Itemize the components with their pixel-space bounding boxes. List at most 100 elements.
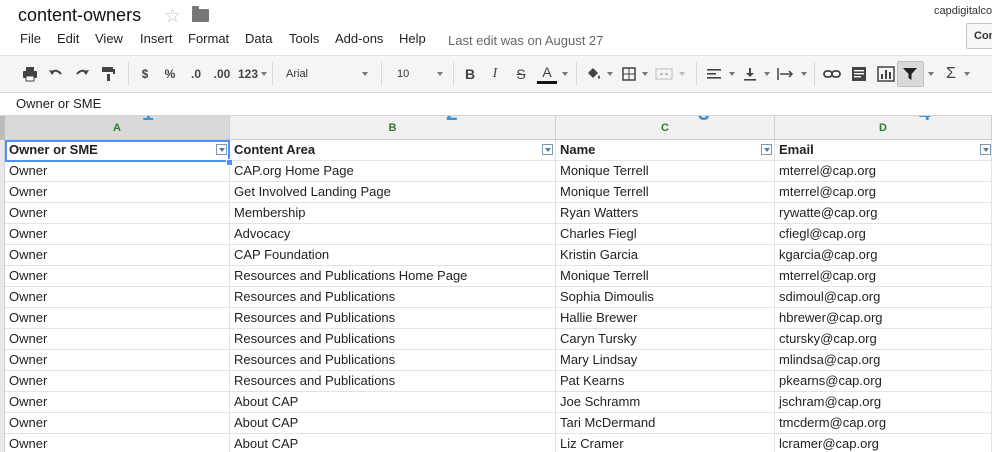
cell-name[interactable]: Liz Cramer [556,434,775,452]
folder-icon[interactable] [192,6,209,22]
cell-owner[interactable]: Owner [5,413,230,433]
functions-icon[interactable]: Σ [942,64,960,84]
cell-owner[interactable]: Owner [5,203,230,223]
cell-owner[interactable]: Owner [5,266,230,286]
cell-owner[interactable]: Owner [5,287,230,307]
cell-email[interactable]: kgarcia@cap.org [775,245,992,265]
column-header-b[interactable]: B 2 [230,116,556,140]
cell-content-area[interactable]: CAP Foundation [230,245,556,265]
cell-name[interactable]: Mary Lindsay [556,350,775,370]
fill-color-icon[interactable] [584,64,604,84]
cell-name[interactable]: Monique Terrell [556,161,775,181]
star-icon[interactable]: ☆ [164,5,181,28]
cell-content-area[interactable]: Resources and Publications [230,308,556,328]
more-formats-button[interactable]: 123 [236,64,260,84]
font-size-dropdown[interactable]: 10 [397,64,427,84]
italic-button[interactable]: I [486,64,504,84]
cell-name[interactable]: Hallie Brewer [556,308,775,328]
menu-insert[interactable]: Insert [140,31,173,46]
menu-file[interactable]: File [20,31,41,46]
cell-email[interactable]: rywatte@cap.org [775,203,992,223]
cell-name[interactable]: Caryn Tursky [556,329,775,349]
header-cell-email[interactable]: Email [775,140,992,160]
print-icon[interactable] [20,64,40,84]
currency-format-button[interactable]: $ [136,64,154,84]
cell-content-area[interactable]: CAP.org Home Page [230,161,556,181]
header-cell-owner[interactable]: Owner or SME [5,140,230,160]
cell-name[interactable]: Pat Kearns [556,371,775,391]
menu-edit[interactable]: Edit [57,31,79,46]
cell-email[interactable]: mterrel@cap.org [775,161,992,181]
cell-owner[interactable]: Owner [5,308,230,328]
cell-content-area[interactable]: About CAP [230,434,556,452]
column-filter-button[interactable] [761,144,772,155]
cell-owner[interactable]: Owner [5,350,230,370]
menu-addons[interactable]: Add-ons [335,31,383,46]
align-left-icon[interactable] [704,64,724,84]
strikethrough-button[interactable]: S [512,64,530,84]
paint-format-icon[interactable] [98,64,118,84]
chart-icon[interactable] [876,64,896,84]
wrap-icon[interactable] [776,64,796,84]
cell-email[interactable]: tmcderm@cap.org [775,413,992,433]
cell-content-area[interactable]: Get Involved Landing Page [230,182,556,202]
comment-icon[interactable] [850,64,868,84]
bold-button[interactable]: B [461,64,479,84]
cell-name[interactable]: Charles Fiegl [556,224,775,244]
cell-name[interactable]: Monique Terrell [556,182,775,202]
cell-owner[interactable]: Owner [5,161,230,181]
column-header-a[interactable]: A 1 [5,116,230,140]
decrease-decimal-button[interactable]: .0 [186,64,206,84]
merge-icon[interactable] [654,64,674,84]
formula-value[interactable]: Owner or SME [16,96,101,111]
font-family-dropdown[interactable]: Arial [286,64,356,84]
menu-tools[interactable]: Tools [289,31,319,46]
valign-bottom-icon[interactable] [741,64,759,84]
cell-name[interactable]: Ryan Watters [556,203,775,223]
comments-button[interactable]: Comments [966,23,992,49]
cell-owner[interactable]: Owner [5,329,230,349]
header-cell-content-area[interactable]: Content Area [230,140,556,160]
cell-email[interactable]: sdimoul@cap.org [775,287,992,307]
cell-name[interactable]: Joe Schramm [556,392,775,412]
column-header-d[interactable]: D 4 [775,116,992,140]
column-filter-button[interactable] [216,144,227,155]
cell-content-area[interactable]: About CAP [230,392,556,412]
cell-owner[interactable]: Owner [5,182,230,202]
increase-decimal-button[interactable]: .00 [210,64,234,84]
cell-email[interactable]: cfiegl@cap.org [775,224,992,244]
cell-name[interactable]: Sophia Dimoulis [556,287,775,307]
cell-owner[interactable]: Owner [5,371,230,391]
column-header-c[interactable]: C 3 [556,116,775,140]
cell-email[interactable]: jschram@cap.org [775,392,992,412]
cell-content-area[interactable]: Resources and Publications [230,329,556,349]
borders-icon[interactable] [620,64,638,84]
cell-email[interactable]: mlindsa@cap.org [775,350,992,370]
cell-email[interactable]: mterrel@cap.org [775,182,992,202]
document-title[interactable]: content-owners [18,5,141,26]
column-filter-button[interactable] [980,144,991,155]
text-color-button[interactable]: A [537,64,557,84]
cell-email[interactable]: hbrewer@cap.org [775,308,992,328]
cell-content-area[interactable]: About CAP [230,413,556,433]
cell-content-area[interactable]: Membership [230,203,556,223]
formula-bar[interactable]: Owner or SME [0,94,992,116]
cell-email[interactable]: pkearns@cap.org [775,371,992,391]
cell-name[interactable]: Kristin Garcia [556,245,775,265]
cell-name[interactable]: Tari McDermand [556,413,775,433]
cell-owner[interactable]: Owner [5,434,230,452]
header-cell-name[interactable]: Name [556,140,775,160]
cell-email[interactable]: mterrel@cap.org [775,266,992,286]
cell-owner[interactable]: Owner [5,245,230,265]
undo-icon[interactable] [46,64,66,84]
cell-email[interactable]: ctursky@cap.org [775,329,992,349]
cell-name[interactable]: Monique Terrell [556,266,775,286]
cell-owner[interactable]: Owner [5,392,230,412]
percent-format-button[interactable]: % [160,64,180,84]
cell-email[interactable]: lcramer@cap.org [775,434,992,452]
fill-handle[interactable] [226,159,233,166]
cell-content-area[interactable]: Resources and Publications Home Page [230,266,556,286]
menu-data[interactable]: Data [245,31,272,46]
cell-content-area[interactable]: Resources and Publications [230,371,556,391]
cell-owner[interactable]: Owner [5,224,230,244]
